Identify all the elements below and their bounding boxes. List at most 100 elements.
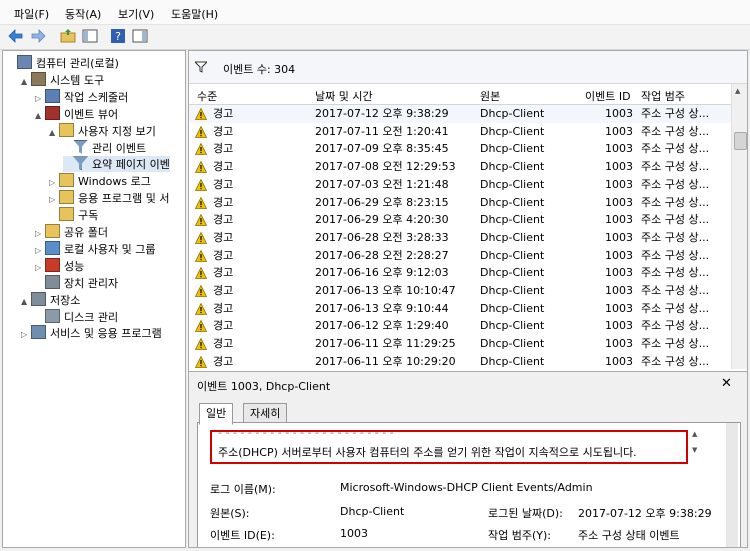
table-row[interactable]: 경고 2017-06-13 오후 9:10:44 Dhcp-Client 1003 주소… [189, 300, 731, 318]
tree-item[interactable]: ▲ 저장소 [21, 291, 80, 310]
storage-icon [31, 291, 46, 306]
tree-item-label: 장치 관리자 [64, 276, 119, 290]
tree-item-label: 응용 프로그램 및 서 [78, 192, 170, 206]
expand-arrow-icon[interactable]: ▷ [35, 91, 45, 107]
back-arrow-icon[interactable] [8, 28, 24, 44]
folder-icon [59, 122, 74, 137]
show-hide-tree-icon[interactable] [82, 28, 98, 44]
table-row[interactable]: 경고 2017-06-13 오후 10:10:47 Dhcp-Client 1003 주… [189, 282, 731, 300]
cell-source: Dhcp-Client [480, 248, 545, 262]
tree-item[interactable]: 관리 이벤트 [63, 139, 147, 156]
tree-item[interactable]: ▷ 응용 프로그램 및 서 [49, 190, 169, 206]
folder-icon [59, 173, 74, 188]
table-row[interactable]: 경고 2017-06-12 오후 1:29:40 Dhcp-Client 1003 주소… [189, 317, 731, 335]
tree-item[interactable]: ▷ 작업 스케줄러 [35, 88, 128, 107]
expand-arrow-icon[interactable]: ▷ [49, 192, 59, 208]
tree-item[interactable]: ▲ 이벤트 뷰어 [35, 105, 118, 124]
warning-icon [195, 178, 207, 191]
tree-item[interactable]: ▷ 공유 폴더 [35, 224, 108, 240]
column-task-category[interactable]: 작업 범주 [641, 88, 685, 104]
collapse-arrow-icon[interactable]: ▲ [21, 74, 31, 90]
up-folder-icon[interactable] [60, 28, 76, 44]
console-tree: 컴퓨터 관리(로컬) ▲ 시스템 도구 ▷ 작업 스케줄러 ▲ 이벤트 뷰어 ▲ 사용자 지정 … [2, 50, 186, 548]
expand-arrow-icon[interactable]: ▷ [35, 260, 45, 276]
close-icon[interactable]: ✕ [721, 376, 732, 391]
collapse-arrow-icon[interactable]: ▲ [21, 294, 31, 310]
menu-help[interactable]: 도움말(H) [171, 6, 218, 22]
table-row[interactable]: 경고 2017-07-12 오후 9:38:29 Dhcp-Client 1003 주소… [189, 105, 731, 123]
cell-datetime: 2017-07-12 오후 9:38:29 [315, 107, 449, 120]
table-row[interactable]: 경고 2017-07-08 오전 12:29:53 Dhcp-Client 1003 주… [189, 158, 731, 176]
detail-scrollbar[interactable] [726, 423, 738, 547]
scroll-thumb[interactable] [734, 132, 747, 150]
cell-level: 경고 [213, 160, 234, 174]
cell-task-category: 주소 구성 상... [641, 213, 710, 227]
tree-item-label: 요약 페이지 이벤 [92, 158, 170, 172]
cell-task-category: 주소 구성 상... [641, 124, 710, 138]
table-row[interactable]: 경고 2017-06-28 오전 2:28:27 Dhcp-Client 1003 주소… [189, 247, 731, 265]
tree-item[interactable]: ▷ 서비스 및 응용 프로그램 [21, 325, 162, 341]
menu-action[interactable]: 동작(A) [65, 6, 101, 22]
tree-item-label: 구독 [78, 209, 99, 223]
cell-level: 경고 [213, 230, 234, 244]
tree-item[interactable]: 디스크 관리 [35, 308, 119, 325]
tree-item-label: 관리 이벤트 [92, 141, 147, 155]
tree-item-label: 로컬 사용자 및 그룹 [64, 242, 156, 256]
expand-arrow-icon[interactable]: ▷ [35, 226, 45, 242]
table-row[interactable]: 경고 2017-06-11 오후 10:29:20 Dhcp-Client 1003 주… [189, 353, 731, 369]
subscription-icon [59, 207, 74, 222]
users-icon [45, 240, 60, 255]
description-scrollbar[interactable]: ▲ ▼ [692, 430, 702, 460]
table-row[interactable]: 경고 2017-06-29 오후 4:20:30 Dhcp-Client 1003 주소… [189, 211, 731, 229]
cell-level: 경고 [213, 319, 234, 333]
cell-level: 경고 [213, 284, 234, 297]
table-row[interactable]: 경고 2017-06-28 오전 3:28:33 Dhcp-Client 1003 주소… [189, 229, 731, 247]
event-description[interactable]: - - - - - - - - - - - - - - - - - - - - … [210, 430, 688, 464]
scroll-up-icon[interactable]: ▲ [735, 87, 740, 95]
forward-arrow-icon[interactable] [30, 28, 46, 44]
cell-datetime: 2017-06-28 오전 2:28:27 [315, 248, 449, 262]
table-row[interactable]: 경고 2017-06-11 오후 11:29:25 Dhcp-Client 1003 주… [189, 335, 731, 353]
category-label: 작업 범주(Y): [488, 529, 551, 542]
menu-view[interactable]: 보기(V) [118, 6, 154, 22]
tree-item[interactable]: 장치 관리자 [35, 274, 119, 291]
tree-item-label: 서비스 및 응용 프로그램 [50, 327, 162, 341]
tree-item[interactable]: 구독 [49, 207, 98, 223]
column-datetime[interactable]: 날짜 및 시간 [315, 88, 373, 104]
expand-arrow-icon[interactable]: ▷ [21, 327, 31, 343]
column-source[interactable]: 원본 [480, 88, 500, 104]
tree-item[interactable]: ▲ 시스템 도구 [21, 71, 104, 90]
event-list-pane: 이벤트 수: 304 수준 날짜 및 시간 원본 이벤트 ID 작업 범주 경고… [188, 50, 748, 548]
cell-level: 경고 [213, 124, 234, 138]
table-row[interactable]: 경고 2017-06-16 오후 9:12:03 Dhcp-Client 1003 주소… [189, 264, 731, 282]
cell-datetime: 2017-07-11 오전 1:20:41 [315, 124, 449, 138]
expand-arrow-icon[interactable]: ▷ [35, 243, 45, 259]
cell-level: 경고 [213, 195, 234, 209]
tree-item[interactable]: ▷ 로컬 사용자 및 그룹 [35, 240, 156, 259]
column-level[interactable]: 수준 [197, 88, 217, 104]
expand-arrow-icon[interactable]: ▷ [49, 175, 59, 191]
table-row[interactable]: 경고 2017-07-09 오후 8:35:45 Dhcp-Client 1003 주소… [189, 140, 731, 158]
table-row[interactable]: 경고 2017-06-29 오후 8:23:15 Dhcp-Client 1003 주소… [189, 194, 731, 212]
tree-item[interactable]: ▷ Windows 로그 [49, 173, 151, 189]
help-icon[interactable]: ? [110, 28, 126, 44]
cell-level: 경고 [213, 354, 234, 368]
table-row[interactable]: 경고 2017-07-03 오전 1:21:48 Dhcp-Client 1003 주소… [189, 176, 731, 194]
table-row[interactable]: 경고 2017-07-11 오전 1:20:41 Dhcp-Client 1003 주소… [189, 123, 731, 141]
cell-event-id: 1003 [605, 177, 633, 191]
show-action-pane-icon[interactable] [132, 28, 148, 44]
tree-item-label: 디스크 관리 [64, 310, 119, 324]
folder-icon [59, 190, 74, 205]
event-list-scrollbar[interactable]: ▲ [731, 84, 747, 369]
collapse-arrow-icon[interactable]: ▲ [49, 125, 59, 141]
tree-item[interactable]: ▲ 사용자 지정 보기 [49, 122, 156, 141]
collapse-arrow-icon[interactable]: ▲ [35, 108, 45, 124]
menu-file[interactable]: 파일(F) [14, 6, 49, 22]
logged-label: 로그된 날짜(D): [488, 507, 563, 520]
tab-general[interactable]: 일반 [199, 403, 234, 425]
cell-datetime: 2017-06-28 오전 3:28:33 [315, 230, 449, 244]
tree-item[interactable]: 컴퓨터 관리(로컬) [7, 55, 119, 71]
tree-item[interactable]: ▷ 성능 [35, 257, 84, 276]
column-event-id[interactable]: 이벤트 ID [585, 88, 631, 104]
tree-item[interactable]: 요약 페이지 이벤 [63, 156, 170, 173]
